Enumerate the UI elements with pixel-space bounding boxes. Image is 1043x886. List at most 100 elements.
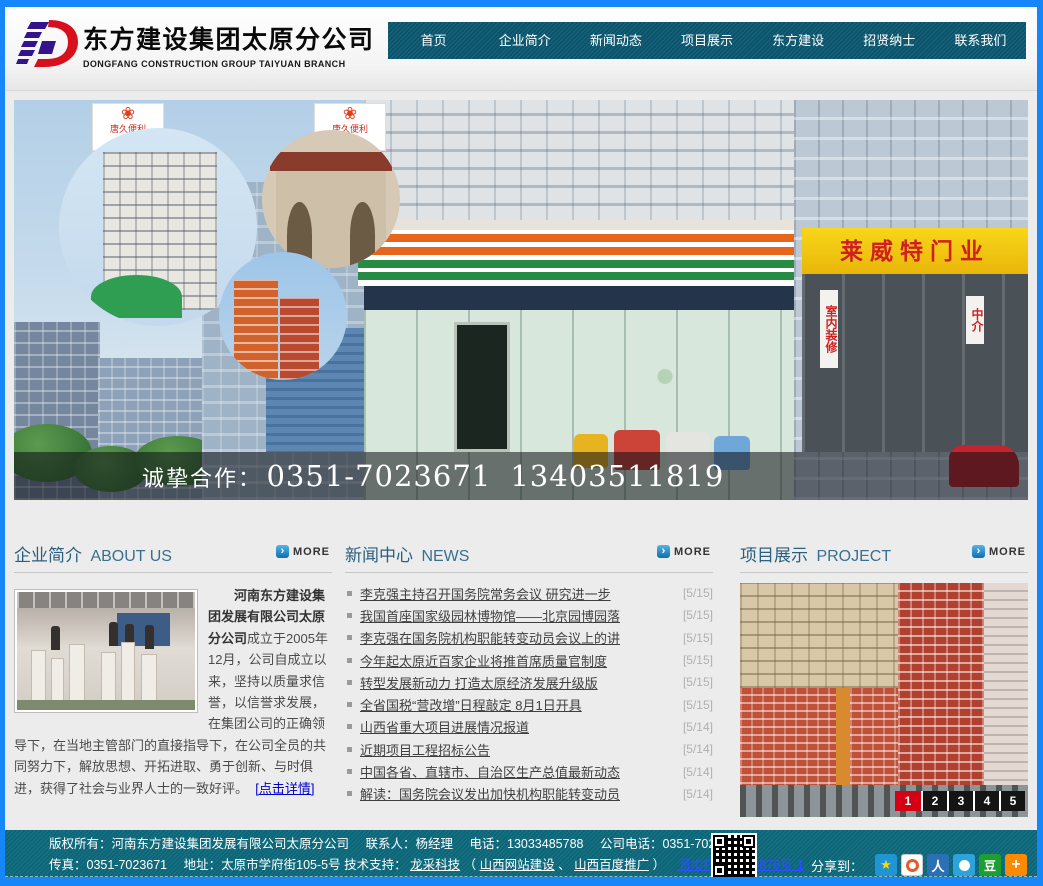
photo-person — [145, 625, 154, 649]
contact-phone: 电话：13033485788 — [470, 837, 584, 851]
page-frame: 东方建设集团太原分公司 DONGFANG CONSTRUCTION GROUP … — [0, 0, 1043, 886]
project-carousel[interactable]: 1 2 3 4 5 — [740, 583, 1028, 817]
bullet-icon — [347, 724, 352, 729]
hero-phone-2: 13403511819 — [510, 459, 724, 493]
news-date: [5/15] — [683, 631, 713, 645]
carousel-red-midrise — [740, 688, 898, 800]
photo-model-tower — [121, 642, 135, 702]
sina-weibo-icon[interactable] — [901, 854, 923, 876]
bullet-icon — [347, 658, 352, 663]
qr-finder — [713, 864, 726, 877]
footer-line-1: 版权所有：河南东方建设集团发展有限公司太原分公司 联系人：杨经理 电话：1303… — [49, 834, 1037, 855]
brand-name: 东方建设集团太原分公司 — [83, 20, 375, 56]
pager-button-2[interactable]: 2 — [921, 791, 947, 811]
nav-item-about[interactable]: 企业简介 — [479, 22, 570, 59]
news-list: 李克强主持召开国务院常务会议 研究进一步 [5/15] 我国首座国家级园林博物馆—… — [345, 582, 713, 805]
main-nav: 首页 企业简介 新闻动态 项目展示 东方建设 招贤纳士 联系我们 — [388, 22, 1026, 59]
hero-caption: 诚挚合作： 0351-7023671 13403511819 — [14, 452, 724, 500]
carousel-pink-tower — [984, 583, 1028, 799]
photo-person — [51, 626, 60, 650]
fax: 传真：0351-7023671 — [49, 858, 167, 872]
nav-item-contact[interactable]: 联系我们 — [935, 22, 1026, 59]
nav-item-projects[interactable]: 项目展示 — [661, 22, 752, 59]
news-link[interactable]: 山西省重大项目进展情况报道 — [360, 717, 677, 736]
nav-item-dongfang[interactable]: 东方建设 — [753, 22, 844, 59]
news-link[interactable]: 我国首座国家级园林博物馆——北京园博园落 — [360, 606, 677, 625]
page: 东方建设集团太原分公司 DONGFANG CONSTRUCTION GROUP … — [5, 7, 1037, 877]
news-link[interactable]: 转型发展新动力 打造太原经济发展升级版 — [360, 673, 677, 692]
renren-icon[interactable]: 人 — [927, 854, 949, 876]
project-more-link[interactable]: › MORE — [972, 545, 1026, 558]
carousel-orange-column — [836, 688, 850, 800]
bullet-icon — [347, 702, 352, 707]
bullet-icon — [347, 635, 352, 640]
news-link[interactable]: 近期项目工程招标公告 — [360, 740, 677, 759]
pager-button-1[interactable]: 1 — [895, 791, 921, 811]
about-more-link[interactable]: › MORE — [276, 545, 330, 558]
about-title-cn: 企业简介 — [14, 546, 82, 565]
hero-circle-photo-2 — [262, 130, 400, 268]
copyright-text: 版权所有：河南东方建设集团发展有限公司太原分公司 — [49, 837, 349, 851]
news-title-cn: 新闻中心 — [345, 546, 413, 565]
news-date: [5/15] — [683, 698, 713, 712]
news-link[interactable]: 李克强主持召开国务院常务会议 研究进一步 — [360, 584, 677, 603]
news-row: 李克强主持召开国务院常务会议 研究进一步 [5/15] — [345, 582, 713, 604]
tencent-weibo-icon[interactable] — [953, 854, 975, 876]
news-section: 新闻中心 NEWS › MORE 李克强主持召开国务院常务会议 研究进一步 [5/… — [345, 533, 713, 805]
carousel-red-tower — [898, 583, 984, 799]
photo-person — [109, 622, 118, 646]
about-detail-link[interactable]: [点击详情] — [255, 781, 314, 796]
news-date: [5/14] — [683, 720, 713, 734]
news-link[interactable]: 李克强在国务院机构职能转变动员会议上的讲 — [360, 628, 677, 647]
tech-support-link[interactable]: 龙采科技 — [410, 858, 460, 872]
share-more-icon[interactable]: + — [1005, 854, 1027, 876]
qzone-icon[interactable]: ★ — [875, 854, 897, 876]
more-arrow-icon: › — [657, 545, 670, 558]
circle-tower-red — [280, 298, 318, 380]
news-date: [5/15] — [683, 608, 713, 622]
photo-ceiling — [17, 592, 195, 608]
news-title-en: NEWS — [421, 548, 469, 565]
more-arrow-icon: › — [276, 545, 289, 558]
about-section: 企业简介 ABOUT US › MORE — [14, 533, 332, 799]
news-row: 近期项目工程招标公告 [5/14] — [345, 738, 713, 760]
news-more-link[interactable]: › MORE — [657, 545, 711, 558]
news-link[interactable]: 全省国税“营改增”日程敲定 8月1日开具 — [360, 695, 677, 714]
header: 东方建设集团太原分公司 DONGFANG CONSTRUCTION GROUP … — [5, 7, 1037, 91]
nav-item-recruit[interactable]: 招贤纳士 — [844, 22, 935, 59]
news-link[interactable]: 中国各省、直辖市、自治区生产总值最新动态 — [360, 762, 677, 781]
pager-button-4[interactable]: 4 — [973, 791, 999, 811]
news-date: [5/14] — [683, 742, 713, 756]
news-row: 今年起太原近百家企业将推首席质量官制度[5/15] — [345, 649, 713, 671]
about-photo-image — [17, 592, 195, 710]
nav-item-news[interactable]: 新闻动态 — [570, 22, 661, 59]
news-link[interactable]: 解读：国务院会议发出加快机构职能转变动员 — [360, 784, 677, 803]
pager-button-3[interactable]: 3 — [947, 791, 973, 811]
nav-item-home[interactable]: 首页 — [388, 22, 479, 59]
circle-gate-roof — [270, 152, 391, 171]
circle-green-dome — [91, 275, 182, 319]
bullet-icon — [347, 769, 352, 774]
pager-button-5[interactable]: 5 — [999, 791, 1025, 811]
hero-upper-building — [364, 100, 794, 224]
news-date: [5/15] — [683, 675, 713, 689]
site-build-link[interactable]: 山西网站建设 — [480, 858, 555, 872]
news-link[interactable]: 今年起太原近百家企业将推首席质量官制度 — [360, 651, 677, 670]
company-logo[interactable]: 东方建设集团太原分公司 DONGFANG CONSTRUCTION GROUP … — [15, 17, 375, 71]
hero-circle-photo-3 — [219, 252, 347, 380]
hero-caption-band: 诚挚合作： 0351-7023671 13403511819 — [14, 452, 1028, 500]
logo-icon — [15, 17, 79, 71]
hero-banner: ❀ 唐久便利 ❀ 唐久便利 莱威特门业 室内装修 中介 — [14, 100, 1028, 500]
qr-finder — [742, 835, 755, 848]
bullet-icon — [347, 591, 352, 596]
news-row: 李克强在国务院机构职能转变动员会议上的讲 [5/15] — [345, 627, 713, 649]
about-body: 河南东方建设集团发展有限公司太原分公司成立于2005年12月，公司自成立以来，坚… — [14, 585, 332, 799]
news-date: [5/15] — [683, 586, 713, 600]
baidu-promo-link[interactable]: 山西百度推广 — [574, 858, 649, 872]
qr-pattern — [713, 835, 755, 877]
news-row: 中国各省、直辖市、自治区生产总值最新动态[5/14] — [345, 760, 713, 782]
douban-icon[interactable]: 豆 — [979, 854, 1001, 876]
bullet-icon — [347, 747, 352, 752]
hero-store-awning — [358, 230, 800, 286]
photo-model-tower — [31, 650, 46, 702]
